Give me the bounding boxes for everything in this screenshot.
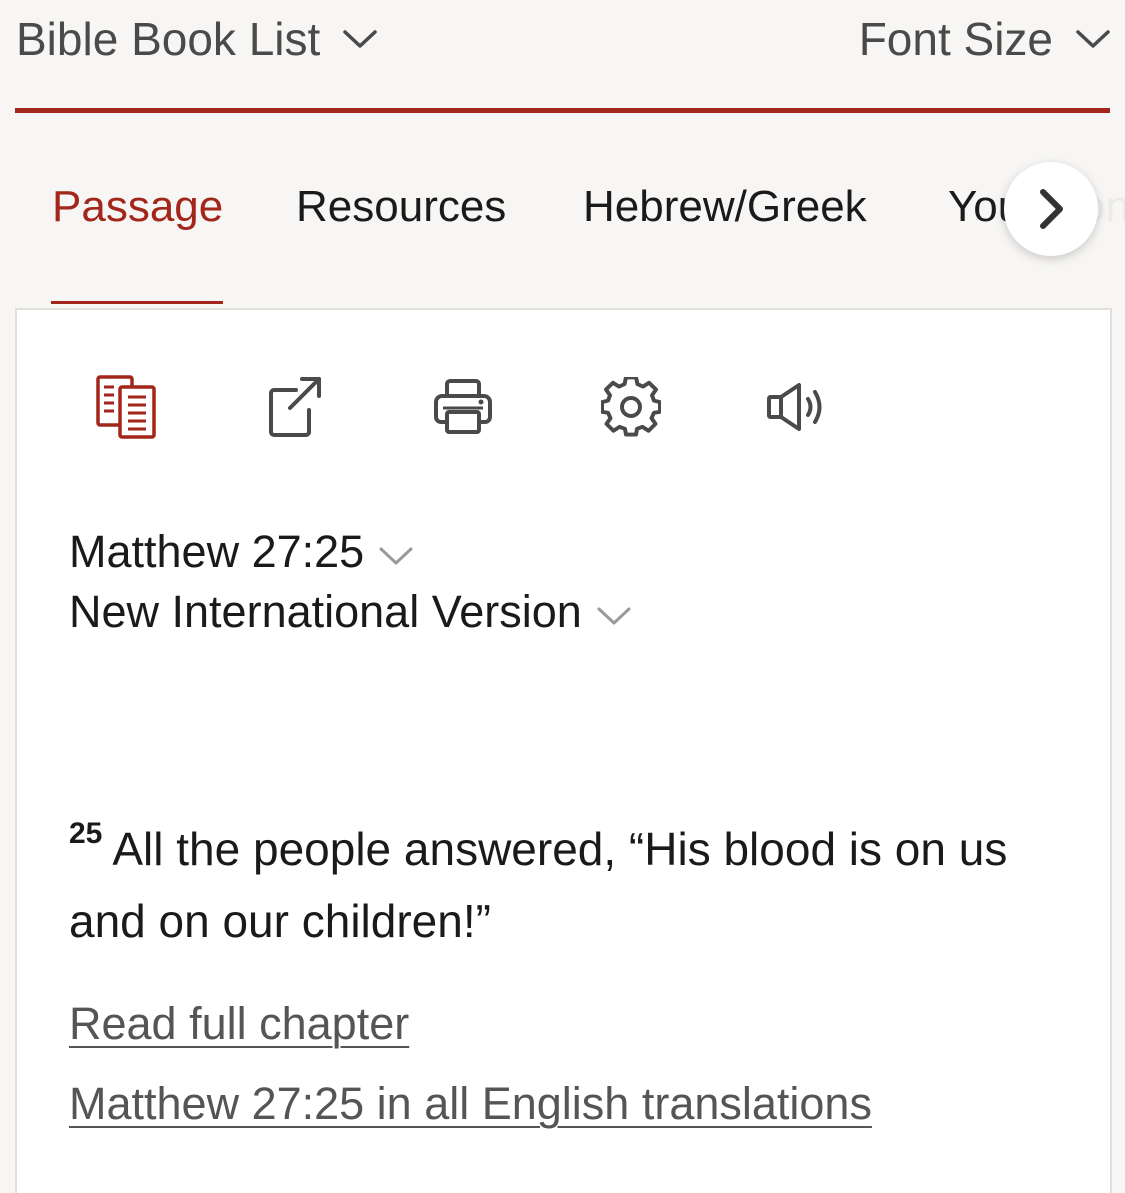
font-size-dropdown[interactable]: Font Size bbox=[859, 12, 1111, 66]
tab-resources[interactable]: Resources bbox=[296, 182, 506, 232]
passage-reference-dropdown[interactable]: Matthew 27:25 bbox=[69, 526, 414, 578]
tab-bar: Passage Resources Hebrew/Greek Your Cont… bbox=[0, 150, 1125, 308]
chevron-down-icon bbox=[597, 607, 631, 625]
parallel-view-button[interactable] bbox=[92, 372, 162, 442]
tab-hebrew-greek[interactable]: Hebrew/Greek bbox=[583, 182, 867, 232]
top-bar: Bible Book List Font Size bbox=[0, 0, 1125, 113]
settings-button[interactable] bbox=[596, 372, 666, 442]
bible-book-list-dropdown[interactable]: Bible Book List bbox=[16, 12, 378, 66]
bible-version: New International Version bbox=[69, 586, 582, 637]
passage-reference: Matthew 27:25 bbox=[69, 526, 365, 577]
bible-version-dropdown[interactable]: New International Version bbox=[69, 586, 632, 638]
header-divider bbox=[15, 108, 1110, 113]
verse-text-block: 25 All the people answered, “His blood is… bbox=[69, 798, 1089, 957]
chevron-right-icon bbox=[1040, 189, 1063, 229]
verse-text: All the people answered, “His blood is o… bbox=[69, 823, 1008, 947]
verse-number: 25 bbox=[69, 817, 103, 850]
passage-toolbar bbox=[17, 310, 1110, 450]
settings-icon bbox=[601, 377, 661, 437]
tab-scroll-right-button[interactable] bbox=[1004, 162, 1098, 256]
passage-panel: Matthew 27:25 New International Version … bbox=[15, 308, 1112, 1193]
share-icon bbox=[269, 377, 321, 437]
tab-passage[interactable]: Passage bbox=[52, 182, 223, 232]
audio-icon bbox=[767, 383, 822, 431]
print-button[interactable] bbox=[428, 372, 498, 442]
chevron-down-icon bbox=[379, 547, 413, 565]
share-button[interactable] bbox=[260, 372, 330, 442]
audio-button[interactable] bbox=[764, 372, 834, 442]
chevron-down-icon bbox=[343, 30, 378, 48]
bible-page: Bible Book List Font Size Passage Resour… bbox=[0, 0, 1125, 1193]
print-icon bbox=[434, 379, 492, 434]
all-translations-link[interactable]: Matthew 27:25 in all English translation… bbox=[69, 1078, 872, 1130]
bible-book-list-label: Bible Book List bbox=[16, 13, 321, 65]
parallel-view-icon bbox=[96, 375, 156, 439]
read-full-chapter-link[interactable]: Read full chapter bbox=[69, 998, 409, 1050]
active-tab-indicator bbox=[51, 301, 223, 304]
font-size-label: Font Size bbox=[858, 13, 1053, 65]
chevron-down-icon bbox=[1076, 30, 1110, 48]
